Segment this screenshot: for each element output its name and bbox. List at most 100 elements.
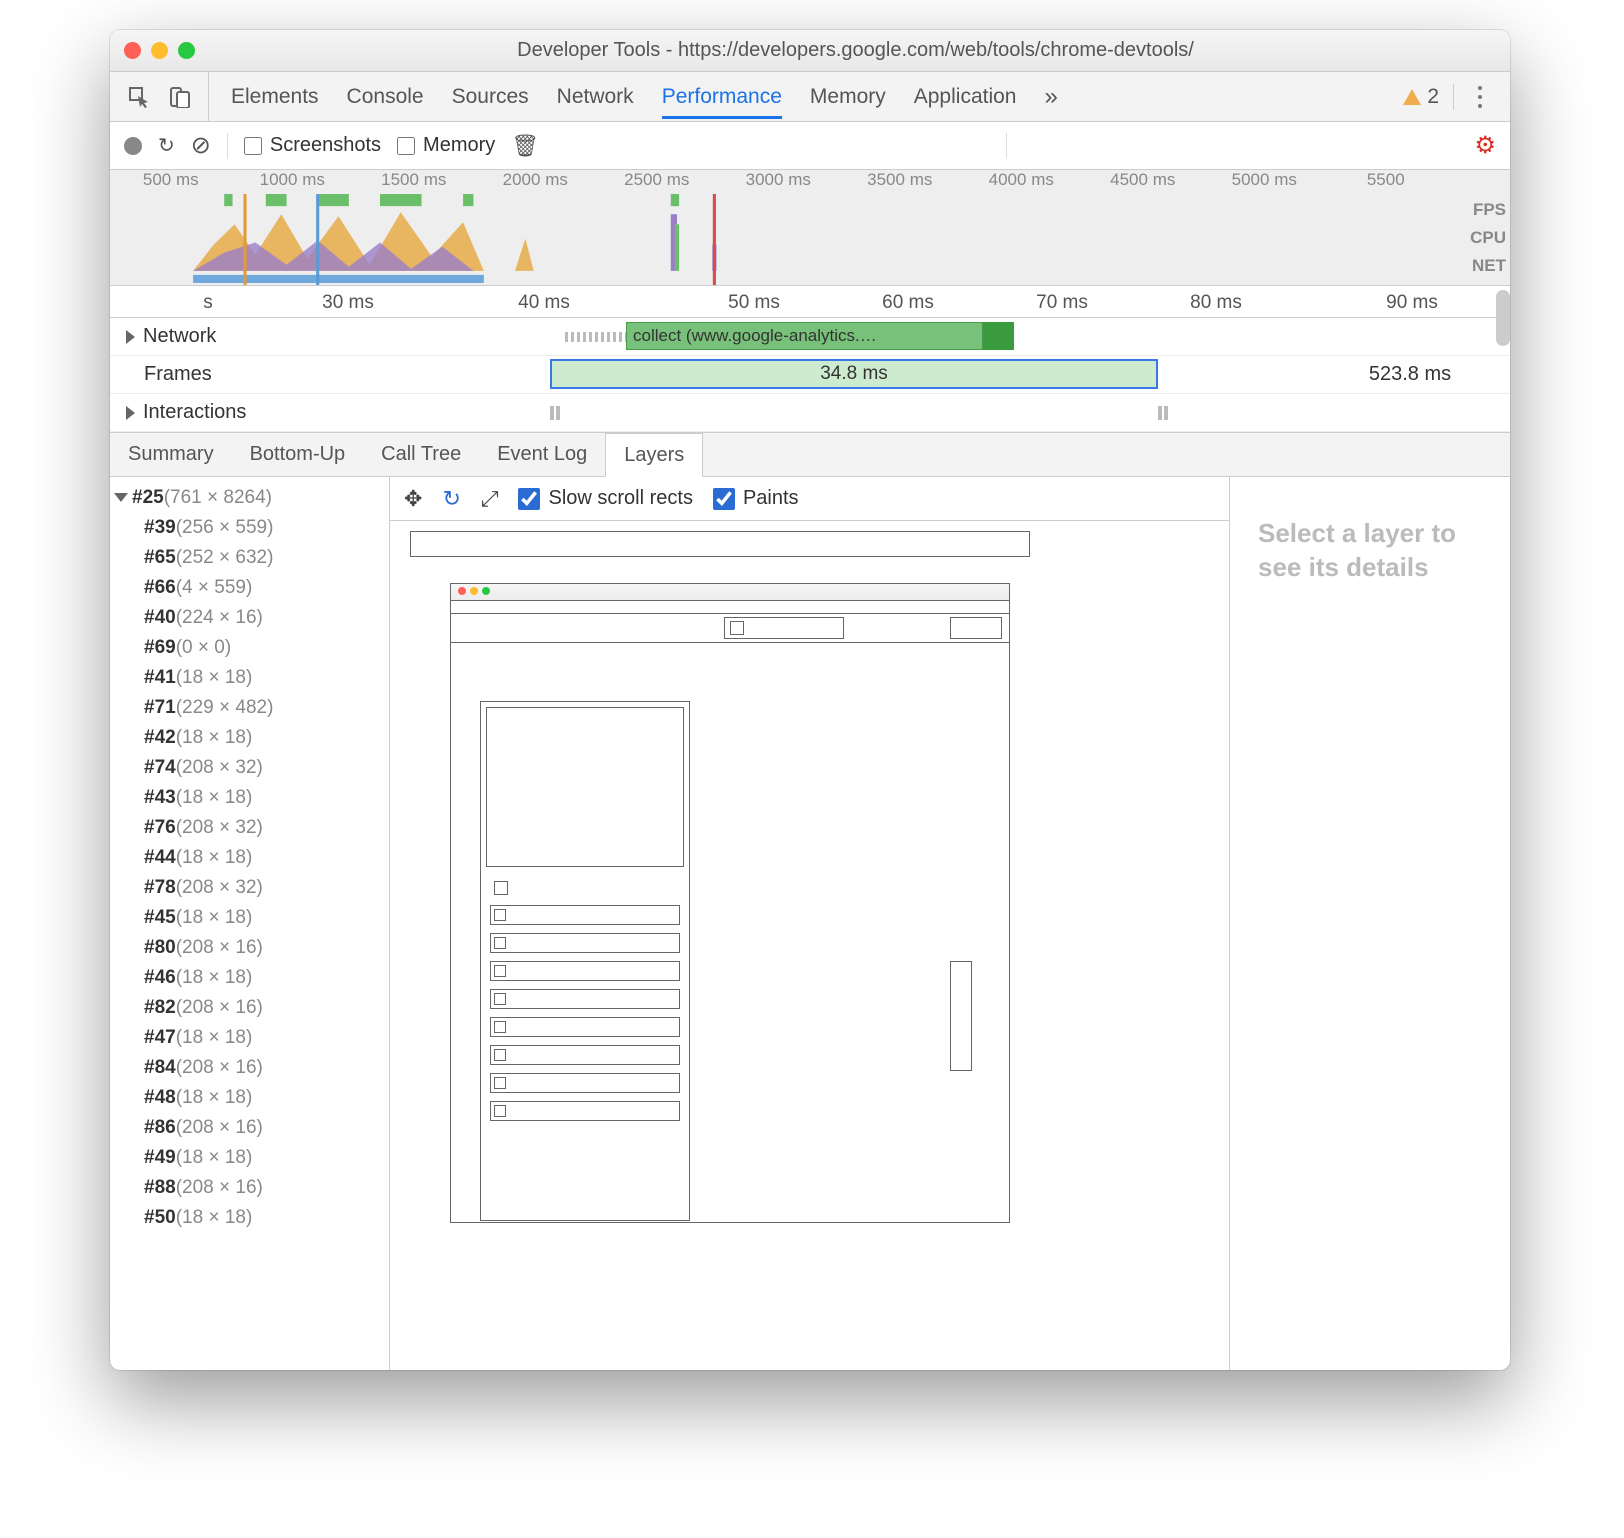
memory-checkbox[interactable]: Memory [397,134,495,157]
expand-icon[interactable] [126,330,135,344]
layer-node[interactable]: #78(208 × 32) [114,873,385,903]
layer-node[interactable]: #88(208 × 16) [114,1173,385,1203]
request-whisker [565,332,626,342]
main-toolbar: Elements Console Sources Network Perform… [110,72,1510,122]
layer-node[interactable]: #74(208 × 32) [114,753,385,783]
memory-label: Memory [423,134,495,157]
layer-node[interactable]: #86(208 × 16) [114,1113,385,1143]
detail-tab-call-tree[interactable]: Call Tree [363,433,479,476]
expand-icon[interactable] [126,406,135,420]
layer-node[interactable]: #50(18 × 18) [114,1203,385,1233]
interactions-row-label: Interactions [143,401,246,424]
screenshots-checkbox[interactable]: Screenshots [244,134,381,157]
tab-network[interactable]: Network [557,75,634,119]
close-icon[interactable] [124,42,141,59]
drag-handle-icon[interactable] [1158,406,1162,420]
layer-node[interactable]: #47(18 × 18) [114,1023,385,1053]
layer-node[interactable]: #46(18 × 18) [114,963,385,993]
detail-tab-bottom-up[interactable]: Bottom-Up [232,433,364,476]
overview-strip[interactable]: 500 ms1000 ms1500 ms2000 ms2500 ms3000 m… [110,170,1510,286]
traffic-lights [124,42,195,59]
layer-node[interactable]: #80(208 × 16) [114,933,385,963]
frame-bar[interactable]: 34.8 ms [550,359,1158,389]
clear-icon[interactable]: ⊘ [191,131,211,160]
tab-performance[interactable]: Performance [662,75,782,119]
drag-handle-icon[interactable] [550,406,554,420]
layer-node[interactable]: #65(252 × 632) [114,543,385,573]
layer-node[interactable]: #44(18 × 18) [114,843,385,873]
layer-node[interactable]: #84(208 × 16) [114,1053,385,1083]
kebab-menu-icon[interactable] [1478,95,1482,99]
titlebar: Developer Tools - https://developers.goo… [110,30,1510,72]
main-tabs: Elements Console Sources Network Perform… [209,72,1385,121]
layer-node[interactable]: #48(18 × 18) [114,1083,385,1113]
maximize-icon[interactable] [178,42,195,59]
layer-node[interactable]: #45(18 × 18) [114,903,385,933]
slow-scroll-checkbox[interactable]: Slow scroll rects [518,487,692,510]
overview-tick: 1500 ms [381,170,446,190]
layer-node[interactable]: #76(208 × 32) [114,813,385,843]
overview-tick: 3500 ms [867,170,932,190]
caret-down-icon[interactable] [114,493,128,502]
overview-axis: 500 ms1000 ms1500 ms2000 ms2500 ms3000 m… [110,170,1460,192]
overview-tick: 500 ms [143,170,199,190]
tab-application[interactable]: Application [914,75,1017,119]
timeline-tick: 90 ms [1386,292,1438,314]
timeline-tick: 50 ms [728,292,780,314]
timeline-tick: s [203,292,213,314]
settings-gear-icon[interactable]: ⚙ [1474,131,1496,160]
layer-node[interactable]: #40(224 × 16) [114,603,385,633]
minimize-icon[interactable] [151,42,168,59]
timeline-tick: 70 ms [1036,292,1088,314]
reset-icon[interactable]: ⤢ [481,486,499,512]
paints-checkbox[interactable]: Paints [713,487,799,510]
trash-icon[interactable]: 🗑 [511,133,539,159]
layer-node[interactable]: #69(0 × 0) [114,633,385,663]
overview-tick: 2500 ms [624,170,689,190]
layer-node[interactable]: #39(256 × 559) [114,513,385,543]
overview-chart [110,194,1460,285]
rotate-icon[interactable]: ↻ [442,486,460,512]
cpu-label: CPU [1470,224,1506,252]
layer-node[interactable]: #42(18 × 18) [114,723,385,753]
layer-node[interactable]: #49(18 × 18) [114,1143,385,1173]
tab-console[interactable]: Console [347,75,424,119]
layer-node-root[interactable]: #25(761 × 8264) [114,483,385,513]
layers-canvas[interactable] [390,521,1229,1370]
record-button[interactable] [124,137,142,155]
fps-label: FPS [1470,196,1506,224]
layer-node[interactable]: #82(208 × 16) [114,993,385,1023]
layer-node[interactable]: #43(18 × 18) [114,783,385,813]
layer-node[interactable]: #41(18 × 18) [114,663,385,693]
inspect-icon[interactable] [128,86,150,108]
pan-icon[interactable]: ✥ [404,486,422,512]
more-tabs-icon[interactable]: » [1044,83,1057,111]
detail-tab-summary[interactable]: Summary [110,433,232,476]
tab-sources[interactable]: Sources [452,75,529,119]
warnings-badge[interactable]: 2 [1403,85,1439,109]
tab-elements[interactable]: Elements [231,75,319,119]
layers-toolbar: ✥ ↻ ⤢ Slow scroll rects Paints [390,477,1229,521]
layer-tree[interactable]: #25(761 × 8264)#39(256 × 559)#65(252 × 6… [110,477,390,1370]
frames-row[interactable]: Frames 34.8 ms 523.8 ms [110,356,1510,394]
layer-node[interactable]: #71(229 × 482) [114,693,385,723]
network-row[interactable]: Network collect (www.google-analytics.… [110,318,1510,356]
overview-tick: 5000 ms [1232,170,1297,190]
layers-viz: ✥ ↻ ⤢ Slow scroll rects Paints [390,477,1510,1370]
detail-tab-event-log[interactable]: Event Log [479,433,605,476]
tab-memory[interactable]: Memory [810,75,886,119]
network-bar[interactable]: collect (www.google-analytics.… [626,322,983,350]
reload-icon[interactable]: ↻ [158,133,175,158]
timeline-rows: Network collect (www.google-analytics.… … [110,318,1510,433]
timeline-tick: 60 ms [882,292,934,314]
layer-node[interactable]: #66(4 × 559) [114,573,385,603]
interactions-row[interactable]: Interactions [110,394,1510,432]
overview-tick: 2000 ms [503,170,568,190]
performance-toolbar: ↻ ⊘ Screenshots Memory 🗑 ⚙ [110,122,1510,170]
device-icon[interactable] [168,86,190,108]
slow-scroll-label: Slow scroll rects [548,487,692,510]
detail-tab-layers[interactable]: Layers [605,433,703,477]
net-label: NET [1470,252,1506,280]
screenshots-label: Screenshots [270,134,381,157]
frame-after-value: 523.8 ms [1310,356,1510,393]
